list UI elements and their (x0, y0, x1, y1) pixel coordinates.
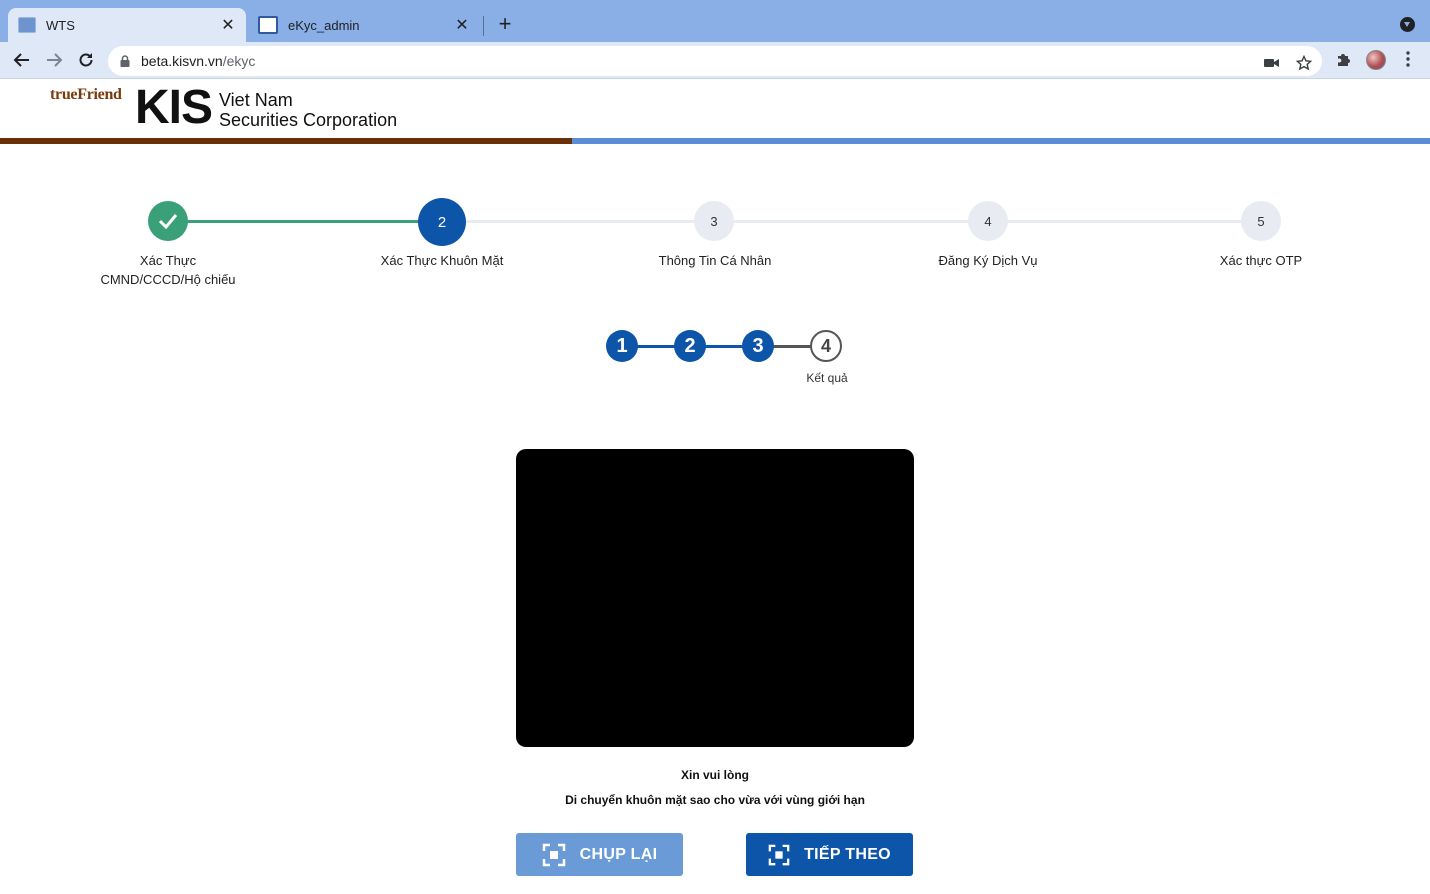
forward-button[interactable] (41, 47, 67, 73)
stepper-connector-done (168, 220, 442, 223)
reload-icon (79, 53, 93, 67)
close-icon[interactable]: ✕ (454, 15, 470, 35)
next-label: TIẾP THEO (804, 845, 891, 863)
tab-title: eKyc_admin (288, 17, 360, 33)
step-3-label: Thông Tin Cá Nhân (658, 253, 772, 268)
step-4: 4 (968, 201, 1008, 241)
header-progress-fill (0, 138, 572, 144)
close-icon[interactable]: ✕ (220, 15, 236, 35)
lock-icon (120, 55, 130, 67)
ekyc-stepper: 2 3 4 5 Xác Thực CMND/CCCD/Hộ chiếu Xác … (0, 195, 1430, 295)
site-header: trueFriend KIS Viet Nam Securities Corpo… (0, 79, 1430, 138)
kis-logo: KIS (135, 81, 213, 134)
reload-button[interactable] (73, 47, 99, 73)
extensions-puzzle-icon[interactable] (1334, 49, 1354, 69)
profile-avatar[interactable] (1366, 50, 1386, 70)
step-label-line2: CMND/CCCD/Hộ chiếu (100, 272, 236, 287)
instruction-title: Xin vui lòng (681, 768, 749, 782)
step-label-line1: Xác Thực (139, 253, 197, 268)
step-number: 2 (437, 213, 447, 231)
step-1-label: Xác Thực CMND/CCCD/Hộ chiếu (58, 251, 278, 289)
substep-4: 4 (810, 330, 842, 362)
truefriend-logo: trueFriend (50, 86, 122, 103)
instruction-text: Di chuyển khuôn mặt sao cho vừa với vùng… (565, 793, 865, 807)
bookmark-star-icon[interactable] (1294, 53, 1314, 73)
address-bar[interactable]: beta.kisvn.vn/ekyc (108, 46, 1322, 76)
browser-tab-ekyc-admin[interactable]: eKyc_admin ✕ (248, 8, 480, 42)
step-1-done (148, 201, 188, 241)
tab-title: WTS (46, 17, 75, 33)
header-progress-bar (0, 138, 1430, 144)
retake-label: CHỤP LẠI (579, 845, 658, 863)
next-button[interactable]: TIẾP THEO (746, 833, 913, 876)
capture-frame-icon (768, 844, 790, 865)
step-number: 4 (984, 213, 992, 229)
substep-3: 3 (742, 330, 774, 362)
tab-divider (483, 16, 484, 36)
company-name-line1: Viet Nam (219, 90, 293, 110)
substep-1: 1 (606, 330, 638, 362)
step-2-active: 2 (418, 198, 466, 246)
url-path: /ekyc (222, 53, 256, 69)
step-number: 3 (710, 213, 718, 229)
company-name-line2: Securities Corporation (219, 110, 398, 130)
back-arrow-icon (13, 53, 29, 67)
browser-toolbar: beta.kisvn.vn/ekyc (0, 42, 1430, 79)
ekyc-favicon-icon (258, 16, 278, 34)
camera-preview (516, 449, 914, 747)
step-number: 5 (1257, 213, 1265, 229)
new-tab-button[interactable]: + (494, 12, 516, 36)
substep-2: 2 (674, 330, 706, 362)
forward-arrow-icon (47, 53, 63, 67)
camera-icon[interactable] (1262, 53, 1282, 73)
browser-tab-bar: WTS ✕ eKyc_admin ✕ + (0, 0, 1430, 42)
step-3: 3 (694, 201, 734, 241)
retake-button[interactable]: CHỤP LẠI (516, 833, 683, 876)
url-text: beta.kisvn.vn/ekyc (141, 53, 255, 69)
capture-frame-icon (542, 843, 565, 866)
more-menu-icon[interactable] (1398, 49, 1418, 69)
tab-search-icon[interactable] (1400, 17, 1415, 32)
check-icon (158, 214, 178, 229)
stepper-connector-pending (442, 220, 1261, 223)
step-5-label: Xác thực OTP (1219, 253, 1303, 268)
step-2-label: Xác Thực Khuôn Mặt (380, 253, 504, 268)
face-capture-substepper: 1 2 3 4 Kết quả (0, 328, 1430, 398)
step-5: 5 (1241, 201, 1281, 241)
url-host: beta.kisvn.vn (141, 53, 223, 69)
kis-favicon-icon (18, 17, 36, 33)
substep-4-label: Kết quả (806, 371, 848, 385)
step-4-label: Đăng Ký Dịch Vụ (938, 253, 1038, 268)
back-button[interactable] (9, 47, 35, 73)
browser-tab-wts[interactable]: WTS ✕ (8, 8, 246, 42)
